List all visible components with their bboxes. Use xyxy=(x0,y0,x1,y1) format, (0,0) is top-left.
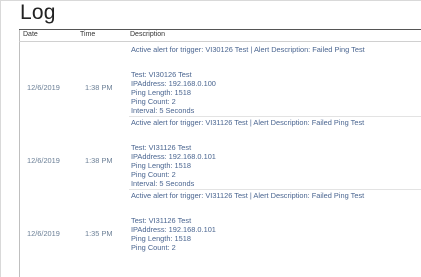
row-date: 12/6/2019 xyxy=(27,156,60,165)
column-header-date[interactable]: Date xyxy=(23,31,38,38)
alert-description: Active alert for trigger: VI30126 Test |… xyxy=(131,45,365,54)
detail-ipaddress: IPAddress: 192.168.0.100 xyxy=(131,79,216,88)
detail-ping-length: Ping Length: 1518 xyxy=(131,234,191,243)
detail-ping-count: Ping Count: 2 xyxy=(131,97,176,106)
row-divider xyxy=(129,116,421,117)
detail-ping-count: Ping Count: 2 xyxy=(131,243,176,252)
detail-ipaddress: IPAddress: 192.168.0.101 xyxy=(131,225,216,234)
detail-ping-count: Ping Count: 2 xyxy=(131,170,176,179)
detail-test: Test: VI31126 Test xyxy=(131,216,192,225)
log-table xyxy=(19,30,421,277)
row-date: 12/6/2019 xyxy=(27,83,60,92)
detail-ipaddress: IPAddress: 192.168.0.101 xyxy=(131,152,216,161)
detail-interval: Interval: 5 Seconds xyxy=(131,179,195,188)
detail-test: Test: VI31126 Test xyxy=(131,143,192,152)
column-header-time[interactable]: Time xyxy=(80,31,95,38)
detail-ping-length: Ping Length: 1518 xyxy=(131,161,191,170)
row-date: 12/6/2019 xyxy=(27,229,60,238)
row-divider xyxy=(129,189,421,190)
alert-description: Active alert for trigger: VI31126 Test |… xyxy=(131,191,365,200)
column-header-description[interactable]: Description xyxy=(130,31,165,38)
row-time: 1:35 PM xyxy=(85,229,113,238)
detail-interval: Interval: 5 Seconds xyxy=(131,106,195,115)
page-title: Log xyxy=(20,1,56,24)
alert-description: Active alert for trigger: VI31126 Test |… xyxy=(131,118,365,127)
row-time: 1:38 PM xyxy=(85,156,113,165)
log-panel: Log Date Time Description Active alert f… xyxy=(0,0,421,277)
detail-ping-length: Ping Length: 1518 xyxy=(131,88,191,97)
row-time: 1:38 PM xyxy=(85,83,113,92)
detail-test: Test: VI30126 Test xyxy=(131,70,192,79)
header-divider xyxy=(19,41,421,42)
